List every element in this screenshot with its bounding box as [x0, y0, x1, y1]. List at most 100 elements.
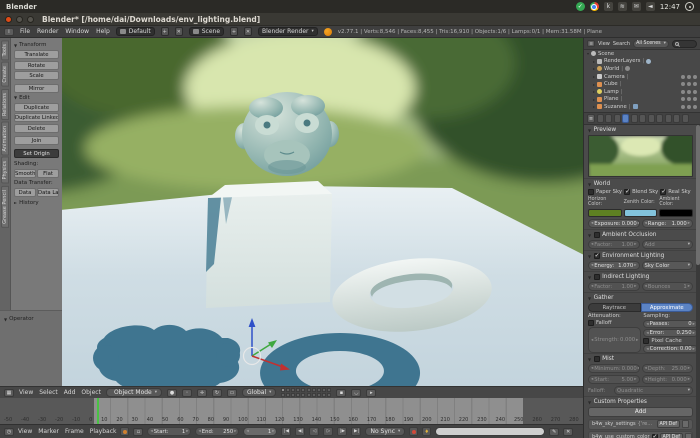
ambient-occlusion-checkbox[interactable]	[594, 232, 600, 238]
tab-render[interactable]	[597, 114, 604, 123]
lock-icon[interactable]: ▪	[336, 389, 346, 397]
tool-shelf-tab[interactable]: Animation	[1, 122, 9, 156]
hide-toggle-icon[interactable]	[681, 105, 685, 109]
menu-item[interactable]: Playback	[90, 428, 117, 435]
raytrace-button[interactable]: Raytrace	[588, 303, 641, 312]
outliner-row-lamp[interactable]: ▸ Lamp |	[584, 88, 700, 96]
play-button[interactable]: ▷	[323, 427, 333, 436]
editor-type-button[interactable]: ▦	[4, 389, 14, 397]
tool-shelf-tab[interactable]: Create	[1, 62, 9, 87]
mist-falloff-dropdown[interactable]: Quadratic▾	[614, 386, 693, 395]
rotate-button[interactable]: Rotate	[14, 61, 59, 70]
add-property-button[interactable]: Add	[588, 407, 693, 417]
outliner-menu-search[interactable]: Search	[613, 41, 630, 47]
translate-button[interactable]: Translate	[14, 50, 59, 59]
collapsed-icon[interactable]: ▸	[593, 82, 595, 87]
menu-item[interactable]: Add	[64, 389, 76, 396]
menu-item[interactable]: Object	[81, 389, 101, 396]
mist-depth-field[interactable]: ◂Depth:25.00▸	[642, 364, 694, 373]
tab-world[interactable]	[622, 114, 629, 123]
scale-button[interactable]: Scale	[14, 71, 59, 80]
expand-icon[interactable]: ▼	[588, 128, 591, 133]
falloff-checkbox[interactable]	[588, 320, 594, 326]
world-panel-title[interactable]: World	[594, 181, 611, 187]
outliner-row-suzanne[interactable]: ▸ Suzanne |	[584, 103, 700, 111]
outliner-row-cube[interactable]: ▸ Cube |	[584, 80, 700, 88]
exposure-field[interactable]: ◂Exposure:0.000▸	[588, 219, 640, 228]
close-button[interactable]	[5, 16, 12, 23]
next-keyframe-button[interactable]: |▶	[337, 427, 347, 436]
menu-item[interactable]: Marker	[38, 428, 59, 435]
property-checkbox[interactable]	[652, 434, 658, 438]
blend-sky-checkbox[interactable]	[624, 189, 630, 195]
preview-range-button[interactable]	[120, 427, 129, 436]
delete-button[interactable]: Delete	[14, 124, 59, 133]
outliner-editor-icon[interactable]: ☰	[587, 40, 595, 47]
indirect-lighting-checkbox[interactable]	[594, 274, 600, 280]
select-toggle-icon[interactable]	[687, 97, 691, 101]
expand-icon[interactable]: ▼	[588, 296, 591, 301]
render-toggle-icon[interactable]	[693, 97, 697, 101]
prev-keyframe-button[interactable]: ◀|	[295, 427, 305, 436]
menu-item[interactable]: Help	[96, 28, 110, 35]
tab-data[interactable]	[648, 114, 655, 123]
mail-icon[interactable]: ✉	[632, 2, 641, 11]
mist-checkbox[interactable]	[594, 356, 600, 362]
menu-item[interactable]: Window	[65, 28, 89, 35]
viewport-3d[interactable]: ToolsCreateRelationsAnimationPhysicsGrea…	[0, 38, 586, 398]
select-toggle-icon[interactable]	[687, 82, 691, 86]
flat-button[interactable]: Flat	[37, 169, 59, 178]
select-toggle-icon[interactable]	[687, 105, 691, 109]
menu-item[interactable]: Select	[39, 389, 58, 396]
bounces-field[interactable]: ◂Bounces1▸	[642, 282, 694, 291]
tab-object[interactable]	[631, 114, 638, 123]
tool-shelf-tab[interactable]: Tools	[1, 40, 9, 60]
horizon-color-swatch[interactable]	[588, 209, 622, 217]
viewport-shading-button[interactable]: ●	[167, 389, 177, 397]
expand-icon[interactable]: ▼	[14, 95, 17, 100]
expand-icon[interactable]: ▾	[587, 51, 589, 56]
manipulator-scale-button[interactable]: ▭	[227, 389, 237, 397]
tool-shelf-tab[interactable]: Relations	[1, 89, 9, 120]
environment-lighting-checkbox[interactable]	[594, 253, 600, 259]
mist-panel-title[interactable]: Mist	[602, 356, 614, 362]
render-toggle-icon[interactable]	[693, 75, 697, 79]
correction-field[interactable]: ◂Correction:0.00▸	[643, 345, 697, 353]
property-value[interactable]: {'reflexible': 0, '...	[638, 421, 655, 427]
display-scope-dropdown[interactable]: All Scenes ▾	[633, 40, 669, 48]
expand-icon[interactable]: ▼	[588, 182, 591, 187]
menu-item[interactable]: File	[20, 28, 30, 35]
paper-sky-checkbox[interactable]	[588, 189, 594, 195]
bluetooth-icon[interactable]: ≋	[618, 2, 627, 11]
pivot-point-button[interactable]: ◦	[182, 389, 192, 397]
select-toggle-icon[interactable]	[687, 75, 691, 79]
frame-lock-button[interactable]: ▫	[133, 428, 143, 436]
menu-item[interactable]: View	[18, 428, 32, 435]
gather-panel-title[interactable]: Gather	[594, 295, 614, 301]
mist-minimum-field[interactable]: ◂Minimum:0.000▸	[588, 364, 640, 373]
app-menu-blender[interactable]: Blender	[6, 3, 37, 11]
error-field[interactable]: ◂Error:0.250▸	[643, 329, 697, 337]
collapsed-icon[interactable]: ▸	[593, 104, 595, 109]
hide-toggle-icon[interactable]	[681, 97, 685, 101]
tab-scene[interactable]	[614, 114, 621, 123]
passes-field[interactable]: ◂Passes:0▸	[643, 320, 697, 328]
ambient-occlusion-title[interactable]: Ambient Occlusion	[602, 232, 656, 238]
menu-item[interactable]: View	[19, 389, 33, 396]
timeline-editor-icon[interactable]: ◷	[4, 428, 14, 436]
tab-particles[interactable]	[673, 114, 680, 123]
render-engine-selector[interactable]: Blender Render ▾	[258, 27, 318, 36]
tool-shelf-tab[interactable]: Grease Pencil	[1, 186, 9, 228]
render-toggle-icon[interactable]	[693, 105, 697, 109]
sync-dropdown[interactable]: No Sync ▾	[365, 427, 405, 436]
tab-texture[interactable]	[665, 114, 672, 123]
keying-set-icon[interactable]: ♦	[422, 427, 431, 436]
collapsed-icon[interactable]: ▸	[593, 59, 595, 64]
clock[interactable]: 12:47	[660, 3, 680, 11]
outliner-row-renderlayers[interactable]: ▸ RenderLayers |	[584, 58, 700, 66]
render-toggle-icon[interactable]	[693, 82, 697, 86]
play-reverse-button[interactable]: ◁	[309, 427, 319, 436]
end-frame-field[interactable]: ◂End:250▸	[195, 427, 239, 436]
maximize-button[interactable]	[27, 16, 34, 23]
delete-keyframe-button[interactable]: ✕	[563, 428, 573, 436]
